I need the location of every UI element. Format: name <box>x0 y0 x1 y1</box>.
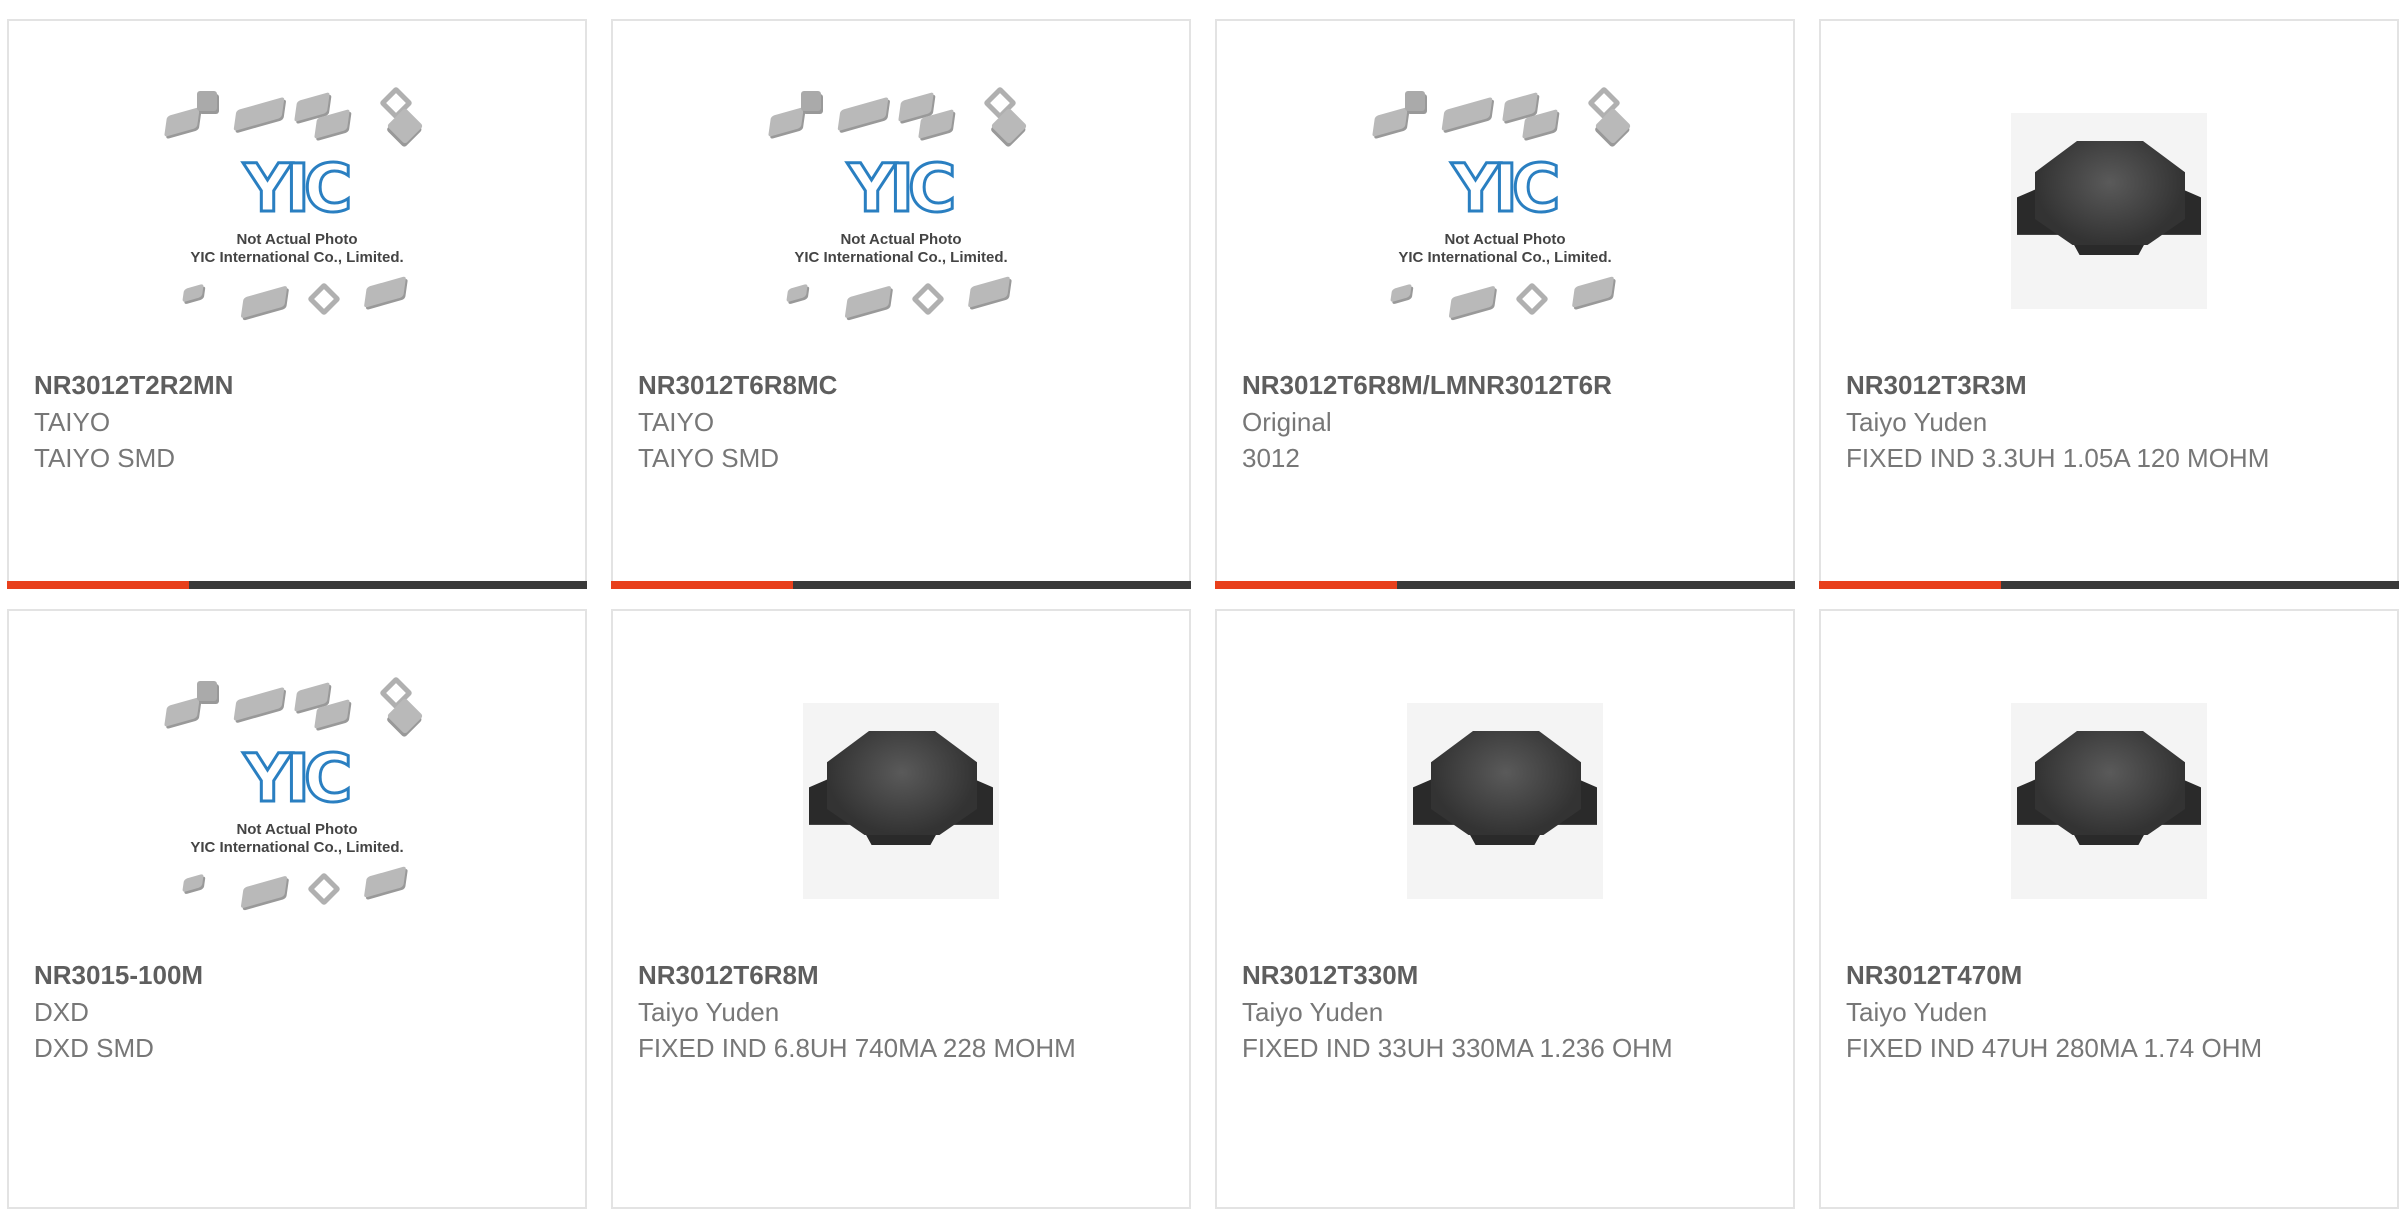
part-number[interactable]: NR3012T6R8M <box>638 956 1164 994</box>
manufacturer: Taiyo Yuden <box>1846 997 1988 1027</box>
product-card[interactable]: YIC Not Actual Photo YIC International C… <box>7 609 587 1209</box>
manufacturer: DXD <box>34 997 89 1027</box>
product-card[interactable]: YIC Not Actual Photo YIC International C… <box>1215 19 1795 589</box>
product-card[interactable]: NR3012T470M Taiyo Yuden FIXED IND 47UH 2… <box>1819 609 2399 1209</box>
inductor-photo <box>1407 703 1603 899</box>
description: TAIYO SMD <box>34 443 176 473</box>
manufacturer: TAIYO <box>34 407 111 437</box>
not-actual-photo-placeholder: YIC Not Actual Photo YIC International C… <box>1370 86 1640 331</box>
card-footer-bar <box>1215 581 1795 589</box>
placeholder-caption: Not Actual Photo YIC International Co., … <box>190 231 404 266</box>
card-footer-bar <box>7 581 587 589</box>
part-number[interactable]: NR3012T6R8M/LMNR3012T6R <box>1242 366 1768 404</box>
part-number[interactable]: NR3012T470M <box>1846 956 2372 994</box>
product-image[interactable] <box>613 651 1189 951</box>
product-image[interactable]: YIC Not Actual Photo YIC International C… <box>613 61 1189 361</box>
description: FIXED IND 3.3UH 1.05A 120 MOHM <box>1846 443 2270 473</box>
product-image[interactable]: YIC Not Actual Photo YIC International C… <box>9 651 585 951</box>
description: FIXED IND 6.8UH 740MA 228 MOHM <box>638 1033 1076 1063</box>
manufacturer: Original <box>1242 407 1332 437</box>
product-image[interactable] <box>1821 651 2397 951</box>
not-actual-photo-placeholder: YIC Not Actual Photo YIC International C… <box>162 676 432 921</box>
yic-logo: YIC <box>242 150 354 227</box>
placeholder-caption: Not Actual Photo YIC International Co., … <box>794 231 1008 266</box>
inductor-photo <box>2011 703 2207 899</box>
not-actual-photo-placeholder: YIC Not Actual Photo YIC International C… <box>766 86 1036 331</box>
yic-logo: YIC <box>1450 150 1562 227</box>
inductor-photo <box>803 703 999 899</box>
part-number[interactable]: NR3012T2R2MN <box>34 366 560 404</box>
description: FIXED IND 47UH 280MA 1.74 OHM <box>1846 1033 2263 1063</box>
description: FIXED IND 33UH 330MA 1.236 OHM <box>1242 1033 1673 1063</box>
product-image[interactable]: YIC Not Actual Photo YIC International C… <box>9 61 585 361</box>
product-card[interactable]: NR3012T3R3M Taiyo Yuden FIXED IND 3.3UH … <box>1819 19 2399 589</box>
inductor-photo <box>2011 113 2207 309</box>
placeholder-caption: Not Actual Photo YIC International Co., … <box>190 821 404 856</box>
product-card[interactable]: NR3012T6R8M Taiyo Yuden FIXED IND 6.8UH … <box>611 609 1191 1209</box>
yic-logo: YIC <box>846 150 958 227</box>
product-card[interactable]: YIC Not Actual Photo YIC International C… <box>7 19 587 589</box>
product-image[interactable] <box>1217 651 1793 951</box>
description: DXD SMD <box>34 1033 154 1063</box>
product-image[interactable]: YIC Not Actual Photo YIC International C… <box>1217 61 1793 361</box>
product-card[interactable]: NR3012T330M Taiyo Yuden FIXED IND 33UH 3… <box>1215 609 1795 1209</box>
manufacturer: Taiyo Yuden <box>638 997 780 1027</box>
card-footer-bar <box>1819 581 2399 589</box>
manufacturer: Taiyo Yuden <box>1242 997 1384 1027</box>
yic-logo: YIC <box>242 740 354 817</box>
part-number[interactable]: NR3015-100M <box>34 956 560 994</box>
placeholder-caption: Not Actual Photo YIC International Co., … <box>1398 231 1612 266</box>
part-number[interactable]: NR3012T330M <box>1242 956 1768 994</box>
description: 3012 <box>1242 443 1300 473</box>
product-card[interactable]: YIC Not Actual Photo YIC International C… <box>611 19 1191 589</box>
card-footer-bar <box>611 581 1191 589</box>
product-image[interactable] <box>1821 61 2397 361</box>
not-actual-photo-placeholder: YIC Not Actual Photo YIC International C… <box>162 86 432 331</box>
description: TAIYO SMD <box>638 443 780 473</box>
manufacturer: Taiyo Yuden <box>1846 407 1988 437</box>
manufacturer: TAIYO <box>638 407 715 437</box>
part-number[interactable]: NR3012T6R8MC <box>638 366 1164 404</box>
part-number[interactable]: NR3012T3R3M <box>1846 366 2372 404</box>
